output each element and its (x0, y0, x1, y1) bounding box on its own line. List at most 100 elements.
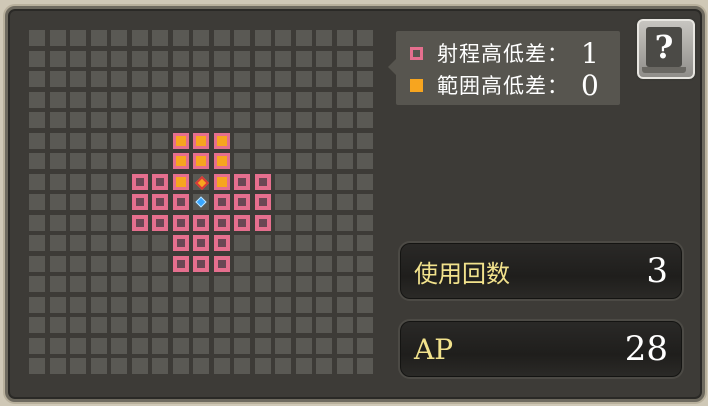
uses-value: 3 (646, 251, 668, 291)
grid-cell (234, 71, 250, 87)
grid-cell (132, 358, 148, 374)
grid-cell (255, 297, 271, 313)
grid-cell (337, 297, 353, 313)
grid-cell (316, 174, 332, 190)
grid-cell (50, 133, 66, 149)
grid-cell (316, 358, 332, 374)
range-cell (152, 215, 168, 231)
range-cell (234, 194, 250, 210)
grid-cell (255, 51, 271, 67)
grid-cell (255, 338, 271, 354)
grid-cell (337, 194, 353, 210)
area-cell (173, 153, 189, 169)
grid-cell (234, 112, 250, 128)
grid-cell (255, 30, 271, 46)
grid-cell (173, 317, 189, 333)
grid-cell (132, 30, 148, 46)
grid-cell (152, 297, 168, 313)
grid-cell (50, 256, 66, 272)
grid-cell (234, 297, 250, 313)
grid-cell (152, 235, 168, 251)
grid-cell (91, 133, 107, 149)
grid-cell (173, 30, 189, 46)
grid-cell (29, 194, 45, 210)
range-cell (132, 215, 148, 231)
grid-cell (357, 133, 373, 149)
grid-cell (111, 153, 127, 169)
grid-cell (234, 256, 250, 272)
grid-cell (214, 297, 230, 313)
grid-cell (152, 51, 168, 67)
range-cell (234, 174, 250, 190)
grid-cell (357, 174, 373, 190)
range-cell (214, 235, 230, 251)
grid-cell (152, 358, 168, 374)
grid-cell (296, 297, 312, 313)
grid-cell (255, 92, 271, 108)
grid-cell (111, 30, 127, 46)
grid-cell (29, 276, 45, 292)
grid-cell (357, 194, 373, 210)
grid-cell (173, 297, 189, 313)
grid-cell (152, 112, 168, 128)
grid-cell (132, 71, 148, 87)
grid-cell (296, 112, 312, 128)
area-cell (173, 174, 189, 190)
area-height-value: 0 (581, 68, 600, 102)
grid-cell (275, 112, 291, 128)
grid-cell (357, 71, 373, 87)
area-cell (193, 153, 209, 169)
grid-cell (296, 71, 312, 87)
ap-value: 28 (624, 329, 668, 369)
grid-cell (91, 71, 107, 87)
grid-cell (234, 317, 250, 333)
grid-cell (296, 235, 312, 251)
grid-cell (173, 358, 189, 374)
grid-cell (234, 30, 250, 46)
grid-cell (316, 256, 332, 272)
grid-cell (70, 317, 86, 333)
grid-cell (214, 317, 230, 333)
grid-cell (337, 51, 353, 67)
grid-cell (152, 276, 168, 292)
grid-cell (296, 276, 312, 292)
grid-cell (50, 51, 66, 67)
help-button[interactable]: ? (635, 17, 697, 81)
ap-panel: AP 28 (398, 319, 684, 379)
grid-cell (132, 235, 148, 251)
grid-cell (70, 338, 86, 354)
grid-cell (357, 112, 373, 128)
grid-cell (50, 215, 66, 231)
grid-cell (111, 215, 127, 231)
grid-cell (234, 51, 250, 67)
range-cell (152, 174, 168, 190)
grid-cell (173, 338, 189, 354)
grid-cell (91, 30, 107, 46)
grid-cell (70, 256, 86, 272)
grid-cell (91, 153, 107, 169)
grid-cell (193, 71, 209, 87)
area-cell (214, 174, 230, 190)
grid-cell (70, 153, 86, 169)
grid-cell (214, 92, 230, 108)
grid-cell (255, 153, 271, 169)
area-cell (193, 133, 209, 149)
grid-cell (50, 338, 66, 354)
grid-cell (296, 153, 312, 169)
grid-cell (132, 112, 148, 128)
grid-cell (29, 30, 45, 46)
grid-cell (50, 174, 66, 190)
grid-cell (29, 133, 45, 149)
grid-cell (296, 358, 312, 374)
grid-cell (193, 92, 209, 108)
range-cell (132, 194, 148, 210)
grid-cell (50, 153, 66, 169)
grid-cell (316, 133, 332, 149)
grid-cell (50, 194, 66, 210)
grid-cell (91, 112, 107, 128)
grid-cell (29, 317, 45, 333)
grid-cell (29, 215, 45, 231)
grid-cell (255, 256, 271, 272)
grid-cell (91, 297, 107, 313)
range-cell (214, 256, 230, 272)
